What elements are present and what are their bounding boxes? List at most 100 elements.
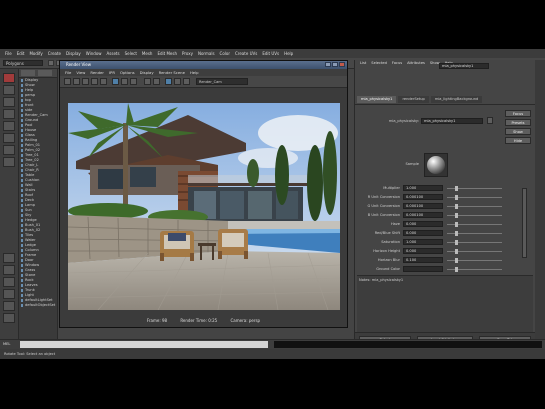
move-tool-icon[interactable] [3, 109, 15, 119]
snapshot-icon[interactable] [82, 78, 89, 85]
render-menu-options[interactable]: Options [120, 69, 135, 76]
ae-menu-selected[interactable]: Selected [371, 60, 387, 66]
render-menu-ipr[interactable]: IPR [109, 69, 115, 76]
render-view-titlebar[interactable]: Render View [60, 61, 347, 69]
node-type-field[interactable]: mia_physicalsky1 [421, 118, 483, 124]
attribute-value-field[interactable]: 0.000 [403, 221, 443, 227]
attribute-row: Saturation 1.000 [355, 238, 515, 246]
ae-menu-attributes[interactable]: Attributes [407, 60, 425, 66]
attribute-value-field[interactable] [403, 266, 443, 272]
menu-help[interactable]: Help [284, 49, 293, 58]
attribute-value-field[interactable]: 0.000 [403, 230, 443, 236]
attribute-value-field[interactable]: 0.000100 [403, 194, 443, 200]
menu-proxy[interactable]: Proxy [182, 49, 193, 58]
slider-knob[interactable] [455, 213, 458, 218]
refresh-icon[interactable] [100, 78, 107, 85]
slider-knob[interactable] [455, 249, 458, 254]
slider-knob[interactable] [455, 186, 458, 191]
slider-knob[interactable] [455, 240, 458, 245]
attribute-value-field[interactable]: 0.100 [403, 257, 443, 263]
outliner-item[interactable]: defaultObjectSet [19, 303, 57, 308]
focus-button[interactable]: Focus [505, 110, 531, 117]
rgb-channels-icon[interactable] [112, 78, 119, 85]
command-input[interactable] [20, 341, 268, 348]
slider-knob[interactable] [455, 222, 458, 227]
show-button[interactable]: Show [505, 128, 531, 135]
persp-graph-layout-icon[interactable] [3, 289, 15, 299]
side-by-side-layout-icon[interactable] [3, 277, 15, 287]
paint-select-icon[interactable] [3, 97, 15, 107]
slider-knob[interactable] [455, 258, 458, 263]
real-size-icon[interactable] [130, 78, 137, 85]
menu-edit[interactable]: Edit [17, 49, 25, 58]
render-menu-view[interactable]: View [76, 69, 85, 76]
close-icon[interactable] [339, 62, 345, 67]
new-scene-icon[interactable] [48, 60, 54, 66]
attribute-value-field[interactable]: 0.000 [403, 248, 443, 254]
menu-select[interactable]: Select [125, 49, 137, 58]
render-menu-display[interactable]: Display [140, 69, 154, 76]
attribute-value-field[interactable]: 0.000100 [403, 203, 443, 209]
presets-button[interactable]: Presets [505, 119, 531, 126]
attribute-value-field[interactable]: 0.000100 [403, 212, 443, 218]
minimize-icon[interactable] [325, 62, 331, 67]
go-to-input-icon[interactable] [487, 117, 493, 124]
ipr-render-icon[interactable] [91, 78, 98, 85]
menu-create[interactable]: Create [48, 49, 61, 58]
attribute-value-field[interactable]: 1.000 [403, 239, 443, 245]
menu-edit-mesh[interactable]: Edit Mesh [157, 49, 177, 58]
node-name-field[interactable]: mia_physicalsky1 [439, 63, 489, 69]
manipulator-icon[interactable] [3, 145, 15, 155]
render-menu-render-scene[interactable]: Render Scene [159, 69, 185, 76]
outliner-tab[interactable] [21, 70, 35, 76]
camera-dropdown[interactable]: Render_Cam [196, 78, 248, 85]
menu-file[interactable]: File [5, 49, 12, 58]
render-menu-render[interactable]: Render [90, 69, 104, 76]
lasso-tool-icon[interactable] [3, 85, 15, 95]
render-region-icon[interactable] [73, 78, 80, 85]
display-icon[interactable] [183, 78, 190, 85]
select-tool-icon[interactable] [3, 73, 15, 83]
menu-set-dropdown[interactable]: Polygons [3, 60, 43, 66]
menu-display[interactable]: Display [66, 49, 81, 58]
attribute-value-field[interactable]: 1.000 [403, 185, 443, 191]
menu-window[interactable]: Window [86, 49, 102, 58]
slider-knob[interactable] [455, 204, 458, 209]
menu-normals[interactable]: Normals [198, 49, 215, 58]
rotate-tool-icon[interactable] [3, 121, 15, 131]
ae-tab-rendersetup[interactable]: renderSetup [398, 96, 429, 103]
alpha-channel-icon[interactable] [121, 78, 128, 85]
scale-tool-icon[interactable] [3, 133, 15, 143]
single-view-layout-icon[interactable] [3, 253, 15, 263]
last-tool-icon[interactable] [3, 157, 15, 167]
slider-knob[interactable] [455, 195, 458, 200]
hypershade-layout-icon[interactable] [3, 301, 15, 311]
menu-assets[interactable]: Assets [107, 49, 120, 58]
slider-knob[interactable] [455, 231, 458, 236]
menu-modify[interactable]: Modify [29, 49, 42, 58]
attribute-scrollbar[interactable] [522, 188, 527, 258]
ae-tab-mia_lightingbackground[interactable]: mia_lightingBackground [430, 96, 483, 103]
outliner-layout-icon[interactable] [3, 313, 15, 323]
remove-image-icon[interactable] [153, 78, 160, 85]
ae-menu-list[interactable]: List [360, 60, 366, 66]
four-view-layout-icon[interactable] [3, 265, 15, 275]
ae-menu-focus[interactable]: Focus [392, 60, 402, 66]
ae-tab-mia_physicalsky1[interactable]: mia_physicalsky1 [357, 96, 397, 103]
render-settings-icon[interactable] [165, 78, 172, 85]
menu-create-uvs[interactable]: Create UVs [235, 49, 257, 58]
menu-color[interactable]: Color [220, 49, 230, 58]
redo-render-icon[interactable] [64, 78, 71, 85]
attribute-editor-side-tab[interactable] [535, 60, 545, 347]
hide-button[interactable]: Hide [505, 137, 531, 144]
outliner-tab[interactable] [38, 70, 52, 76]
menu-edit-uvs[interactable]: Edit UVs [262, 49, 279, 58]
menu-mesh[interactable]: Mesh [142, 49, 153, 58]
slider-knob[interactable] [455, 267, 458, 272]
frame-icon[interactable] [174, 78, 181, 85]
render-menu-help[interactable]: Help [190, 69, 199, 76]
render-menu-file[interactable]: File [65, 69, 71, 76]
command-line: MEL [0, 339, 545, 349]
keep-image-icon[interactable] [144, 78, 151, 85]
maximize-icon[interactable] [332, 62, 338, 67]
